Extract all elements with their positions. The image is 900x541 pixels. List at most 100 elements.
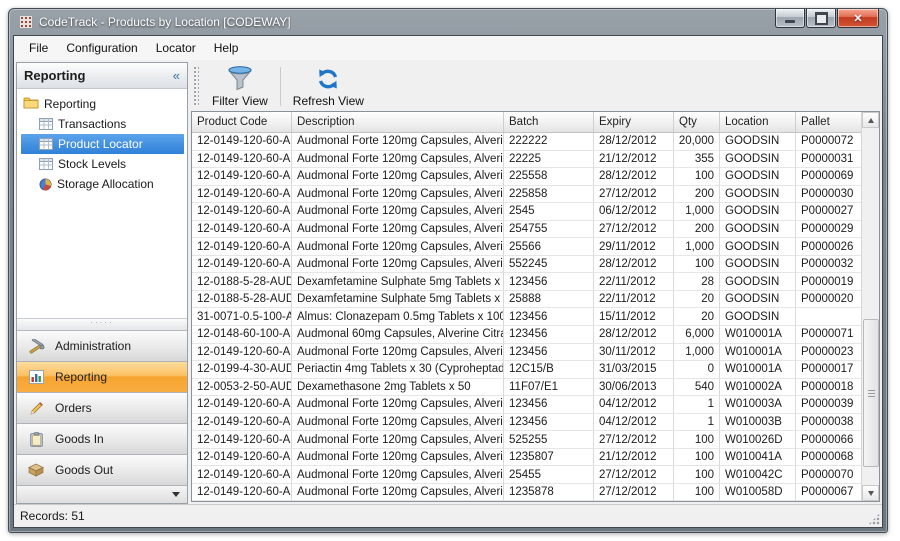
scroll-down-icon [868,491,874,496]
status-bar: Records: 51 [14,504,882,527]
cell-qty: 1,000 [674,203,720,221]
cell-pallet: P0000066 [796,431,861,449]
cell-product-code: 12-0149-120-60-A... [192,466,292,484]
minimize-icon [785,20,795,23]
menu-item-locator[interactable]: Locator [147,38,205,58]
scroll-up-button[interactable] [862,112,879,128]
nav-button-goods-out[interactable]: Goods Out [17,455,187,486]
cell-product-code: 12-0149-120-60-A... [192,133,292,151]
column-header-product-code[interactable]: Product Code [192,112,292,132]
table-row[interactable]: 12-0149-120-60-A...Audmonal Forte 120mg … [192,344,861,362]
filter-view-button[interactable]: Filter View [202,62,278,111]
sidebar-title: Reporting [24,68,85,83]
sidebar-item-stock-levels[interactable]: Stock Levels [21,154,184,174]
scrollbar-thumb[interactable] [863,319,879,467]
nav-button-administration[interactable]: Administration [17,331,187,362]
cell-expiry: 29/11/2012 [594,238,674,256]
cell-location: GOODSIN [720,238,796,256]
tree-item-label: Stock Levels [58,157,126,171]
sidebar-item-storage-allocation[interactable]: Storage Allocation [21,174,184,194]
cell-description: Dexamfetamine Sulphate 5mg Tablets x 28 [292,291,504,309]
sidebar-item-transactions[interactable]: Transactions [21,114,184,134]
cell-product-code: 12-0149-120-60-A... [192,414,292,432]
cell-batch: 25888 [504,291,594,309]
minimize-button[interactable] [775,9,805,28]
table-row[interactable]: 12-0199-4-30-AUDPeriactin 4mg Tablets x … [192,361,861,379]
table-row[interactable]: 12-0149-120-60-A...Audmonal Forte 120mg … [192,256,861,274]
column-header-expiry[interactable]: Expiry [594,112,674,132]
maximize-button[interactable] [806,9,836,28]
close-button[interactable]: ✕ [837,9,879,28]
vertical-scrollbar[interactable] [861,112,879,501]
nav-button-reporting[interactable]: Reporting [17,362,187,393]
cell-pallet: P0000017 [796,361,861,379]
cell-pallet: P0000031 [796,151,861,169]
table-row[interactable]: 12-0149-120-60-A...Audmonal Forte 120mg … [192,238,861,256]
cell-description: Audmonal Forte 120mg Capsules, Alverine.… [292,203,504,221]
refresh-view-button[interactable]: Refresh View [283,62,374,111]
tree-root-reporting[interactable]: Reporting [21,94,187,114]
collapse-chevron-icon[interactable]: « [173,69,180,82]
cell-description: Audmonal Forte 120mg Capsules, Alverine.… [292,151,504,169]
cell-expiry: 30/11/2012 [594,344,674,362]
cell-location: GOODSIN [720,133,796,151]
column-header-qty[interactable]: Qty [674,112,720,132]
grid-header: Product CodeDescriptionBatchExpiryQtyLoc… [192,112,861,133]
funnel-icon [225,65,255,93]
cell-location: GOODSIN [720,256,796,274]
table-row[interactable]: 12-0149-120-60-A...Audmonal Forte 120mg … [192,466,861,484]
table-row[interactable]: 12-0149-120-60-A...Audmonal Forte 120mg … [192,203,861,221]
sidebar-item-product-locator[interactable]: Product Locator [21,134,184,154]
cell-batch: 552245 [504,256,594,274]
column-header-description[interactable]: Description [292,112,504,132]
table-row[interactable]: 12-0148-60-100-A...Audmonal 60mg Capsule… [192,326,861,344]
title-bar[interactable]: CodeTrack - Products by Location [CODEWA… [9,9,887,35]
cell-expiry: 27/12/2012 [594,186,674,204]
cell-pallet: P0000071 [796,326,861,344]
maximize-icon [815,12,828,25]
cell-qty: 1,000 [674,238,720,256]
table-row[interactable]: 12-0149-120-60-A...Audmonal Forte 120mg … [192,431,861,449]
cell-expiry: 15/11/2012 [594,308,674,326]
menu-item-configuration[interactable]: Configuration [57,38,146,58]
cell-pallet: P0000032 [796,256,861,274]
table-row[interactable]: 12-0149-120-60-A...Audmonal Forte 120mg … [192,221,861,239]
table-row[interactable]: 12-0188-5-28-AUDDexamfetamine Sulphate 5… [192,291,861,309]
sidebar: Reporting « Reporting TransactionsProd [16,62,188,504]
cell-qty: 1 [674,396,720,414]
table-row[interactable]: 31-0071-0.5-100-A...Almus: Clonazepam 0.… [192,308,861,326]
table-row[interactable]: 12-0149-120-60-A...Audmonal Forte 120mg … [192,414,861,432]
sidebar-splitter[interactable]: ····· [17,318,187,331]
table-row[interactable]: 12-0188-5-28-AUDDexamfetamine Sulphate 5… [192,273,861,291]
table-row[interactable]: 12-0149-120-60-A...Audmonal Forte 120mg … [192,133,861,151]
table-row[interactable]: 12-0149-120-60-A...Audmonal Forte 120mg … [192,186,861,204]
cell-description: Audmonal Forte 120mg Capsules, Alverine.… [292,344,504,362]
cell-description: Audmonal Forte 120mg Capsules, Alverine.… [292,396,504,414]
chevron-down-icon[interactable] [172,492,180,497]
nav-button-orders[interactable]: Orders [17,393,187,424]
resize-grip[interactable] [868,513,880,525]
column-header-batch[interactable]: Batch [504,112,594,132]
cell-expiry: 28/12/2012 [594,256,674,274]
table-row[interactable]: 12-0149-120-60-A...Audmonal Forte 120mg … [192,151,861,169]
cell-pallet: P0000070 [796,466,861,484]
table-row[interactable]: 12-0149-120-60-A...Audmonal Forte 120mg … [192,168,861,186]
column-header-location[interactable]: Location [720,112,796,132]
table-row[interactable]: 12-0149-120-60-A...Audmonal Forte 120mg … [192,396,861,414]
cell-qty: 20 [674,308,720,326]
cell-product-code: 12-0188-5-28-AUD [192,291,292,309]
cell-product-code: 12-0149-120-60-A... [192,396,292,414]
column-header-pallet[interactable]: Pallet [796,112,861,132]
menu-item-help[interactable]: Help [205,38,248,58]
records-count: Records: 51 [20,509,85,523]
table-row[interactable]: 12-0053-2-50-AUDDexamethasone 2mg Tablet… [192,379,861,397]
table-row[interactable]: 12-0149-120-60-A...Audmonal Forte 120mg … [192,449,861,467]
toolbar-grip[interactable] [193,66,199,107]
cell-expiry: 27/12/2012 [594,484,674,501]
scroll-down-button[interactable] [862,485,879,501]
menu-item-file[interactable]: File [20,38,57,58]
cell-qty: 100 [674,256,720,274]
nav-button-goods-in[interactable]: Goods In [17,424,187,455]
table-row[interactable]: 12-0149-120-60-A...Audmonal Forte 120mg … [192,484,861,501]
cell-description: Almus: Clonazepam 0.5mg Tablets x 100 [292,308,504,326]
